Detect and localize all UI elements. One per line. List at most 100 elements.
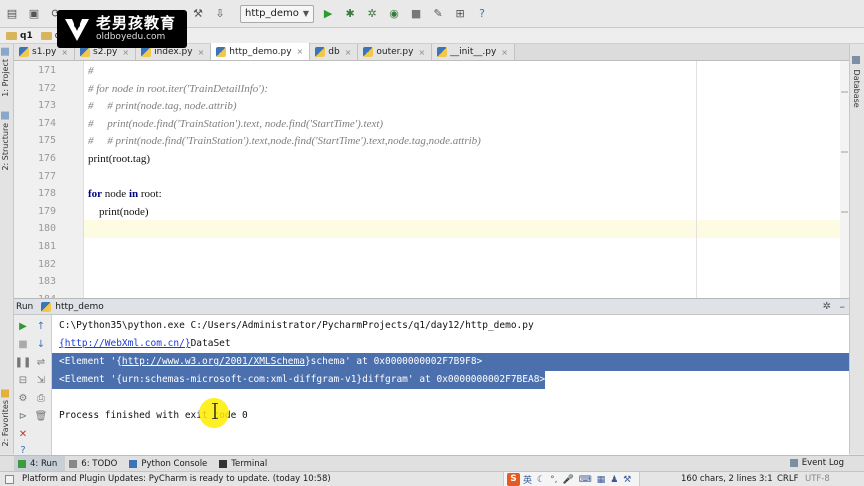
- stop-icon[interactable]: ■: [408, 6, 424, 22]
- line-number: 177: [37, 170, 56, 182]
- wrap-icon[interactable]: ⇌: [34, 355, 48, 369]
- editor-scrollbar[interactable]: [840, 61, 849, 298]
- bottom-tab-terminal[interactable]: Terminal: [215, 456, 275, 472]
- run-console[interactable]: C:\Python35\python.exe C:/Users/Administ…: [52, 315, 849, 455]
- editor-tab[interactable]: __init__.py ×: [432, 44, 515, 60]
- help-icon[interactable]: ?: [474, 6, 490, 22]
- punctuation-icon[interactable]: °,: [550, 475, 557, 485]
- code-text: # # print(node.tag, node.attrib): [88, 100, 237, 113]
- python-file-icon: [363, 47, 374, 57]
- breadcrumb-label: q1: [20, 30, 33, 41]
- open-folder-icon[interactable]: ▤: [4, 6, 20, 22]
- editor-tab[interactable]: db ×: [310, 44, 359, 60]
- code-line[interactable]: print(node): [84, 203, 849, 221]
- dump-threads-icon[interactable]: ⊟: [16, 373, 30, 387]
- project-tool-tab[interactable]: 1: Project: [1, 48, 10, 97]
- sogou-ime-icon[interactable]: S: [507, 473, 520, 486]
- status-caret-position[interactable]: 3:1: [759, 474, 773, 484]
- code-text: print(root.tag): [88, 153, 151, 165]
- code-line[interactable]: #: [84, 62, 849, 80]
- code-line[interactable]: # for node in root.iter('TrainDetailInfo…: [84, 80, 849, 98]
- console-link[interactable]: http://www.w3.org/2001/XMLSchema: [122, 356, 305, 367]
- ime-language-label[interactable]: 英: [523, 473, 532, 486]
- settings-wrench-icon[interactable]: ✎: [430, 6, 446, 22]
- code-line[interactable]: [84, 291, 849, 298]
- code-text: # print(node.find('TrainStation').text, …: [88, 117, 384, 130]
- close-tab-icon[interactable]: ×: [501, 48, 508, 57]
- close-icon[interactable]: ✕: [16, 427, 30, 441]
- settings-icon[interactable]: ⚙: [16, 391, 30, 405]
- event-log-button[interactable]: Event Log: [789, 458, 844, 468]
- stop-icon[interactable]: ■: [16, 337, 30, 351]
- close-tab-icon[interactable]: ×: [122, 48, 129, 57]
- editor-tab[interactable]: http_demo.py ×: [211, 43, 311, 60]
- hide-panel-icon[interactable]: –: [840, 300, 846, 313]
- rerun-icon[interactable]: ▶: [16, 319, 30, 333]
- ime-toolbar[interactable]: S 英 ☾ °, 🎤 ⌨ ▦ ♟ ⚒: [503, 472, 641, 486]
- run-panel-config[interactable]: http_demo: [55, 302, 104, 312]
- status-encoding[interactable]: UTF-8: [805, 474, 830, 484]
- close-tab-icon[interactable]: ×: [297, 47, 304, 56]
- gear-icon[interactable]: ✲: [823, 301, 831, 312]
- save-icon[interactable]: ▣: [26, 6, 42, 22]
- line-number: 173: [37, 100, 56, 112]
- pause-icon[interactable]: ❚❚: [15, 355, 32, 369]
- run-config-dropdown[interactable]: http_demo ▼: [240, 4, 315, 23]
- database-tool-tab[interactable]: Database: [852, 56, 861, 108]
- debug-icon[interactable]: ✱: [342, 6, 358, 22]
- code-line[interactable]: # # print(node.tag, node.attrib): [84, 97, 849, 115]
- console-line-selected: <Element '{http://www.w3.org/2001/XMLSch…: [52, 353, 849, 371]
- status-message[interactable]: Platform and Plugin Updates: PyCharm is …: [22, 474, 331, 484]
- tools-icon[interactable]: ⚒: [623, 475, 631, 485]
- run-config-arrow-icon[interactable]: ⇩: [212, 6, 228, 22]
- breadcrumb-item-project[interactable]: q1: [6, 31, 33, 41]
- editor-code-area[interactable]: # # for node in root.iter('TrainDetailInf…: [84, 61, 849, 298]
- bottom-tab-todo[interactable]: 6: TODO: [65, 456, 125, 472]
- skin-icon[interactable]: ▦: [597, 475, 606, 485]
- code-line[interactable]: # print(node.find('TrainStation').text, …: [84, 115, 849, 133]
- code-line[interactable]: [84, 238, 849, 256]
- status-line-separator[interactable]: CRLF: [777, 474, 798, 484]
- scroll-up-icon[interactable]: ↑: [34, 319, 48, 333]
- code-editor[interactable]: # # for node in root.iter('TrainDetailInf…: [14, 61, 849, 298]
- console-link[interactable]: {http://WebXml.com.cn/}: [59, 338, 191, 349]
- code-line[interactable]: [84, 256, 849, 274]
- favorites-tool-tab[interactable]: 2: Favorites: [1, 389, 10, 446]
- microphone-icon[interactable]: 🎤: [562, 475, 573, 485]
- bottom-tab-run[interactable]: 4: Run: [14, 455, 66, 472]
- project-icon: [1, 48, 10, 56]
- code-line[interactable]: # # print(node.find('TrainStation').text…: [84, 132, 849, 150]
- code-line[interactable]: print(root.tag): [84, 150, 849, 168]
- close-tab-icon[interactable]: ×: [198, 48, 205, 57]
- print-icon[interactable]: ⎙: [34, 391, 48, 405]
- close-tab-icon[interactable]: ×: [61, 48, 68, 57]
- clear-icon[interactable]: 🗑: [34, 409, 48, 423]
- moon-icon[interactable]: ☾: [537, 475, 545, 485]
- code-token: root:: [138, 188, 162, 201]
- build-icon[interactable]: ⚒: [190, 6, 206, 22]
- pin-icon[interactable]: ⊳: [16, 409, 30, 423]
- code-line[interactable]: [84, 168, 849, 186]
- code-line[interactable]: [84, 273, 849, 291]
- run-icon: [18, 459, 26, 468]
- coverage-icon[interactable]: ✲: [364, 6, 380, 22]
- bottom-tab-python[interactable]: Python Console: [125, 456, 215, 472]
- current-line[interactable]: [84, 220, 849, 239]
- profile-icon[interactable]: ◉: [386, 6, 402, 22]
- keyboard-icon[interactable]: ⌨: [579, 475, 592, 485]
- user-icon[interactable]: ♟: [610, 475, 618, 485]
- editor-tab[interactable]: outer.py ×: [358, 44, 433, 60]
- structure-tool-tab[interactable]: 2: Structure: [1, 112, 10, 171]
- run-icon[interactable]: ▶: [320, 6, 336, 22]
- scroll-down-icon[interactable]: ↓: [34, 337, 48, 351]
- code-line[interactable]: for node in root:: [84, 185, 849, 203]
- right-margin-guide: [696, 61, 697, 298]
- scroll-end-icon[interactable]: ⇲: [34, 373, 48, 387]
- editor-tab-label: s1.py: [32, 47, 57, 57]
- close-tab-icon[interactable]: ×: [345, 48, 352, 57]
- toggle-toolwindows-icon[interactable]: [5, 475, 14, 484]
- close-tab-icon[interactable]: ×: [418, 48, 425, 57]
- sdk-icon[interactable]: ⊞: [452, 6, 468, 22]
- keyword-token: for: [88, 188, 103, 201]
- code-text: # # print(node.find('TrainStation').text…: [88, 135, 481, 148]
